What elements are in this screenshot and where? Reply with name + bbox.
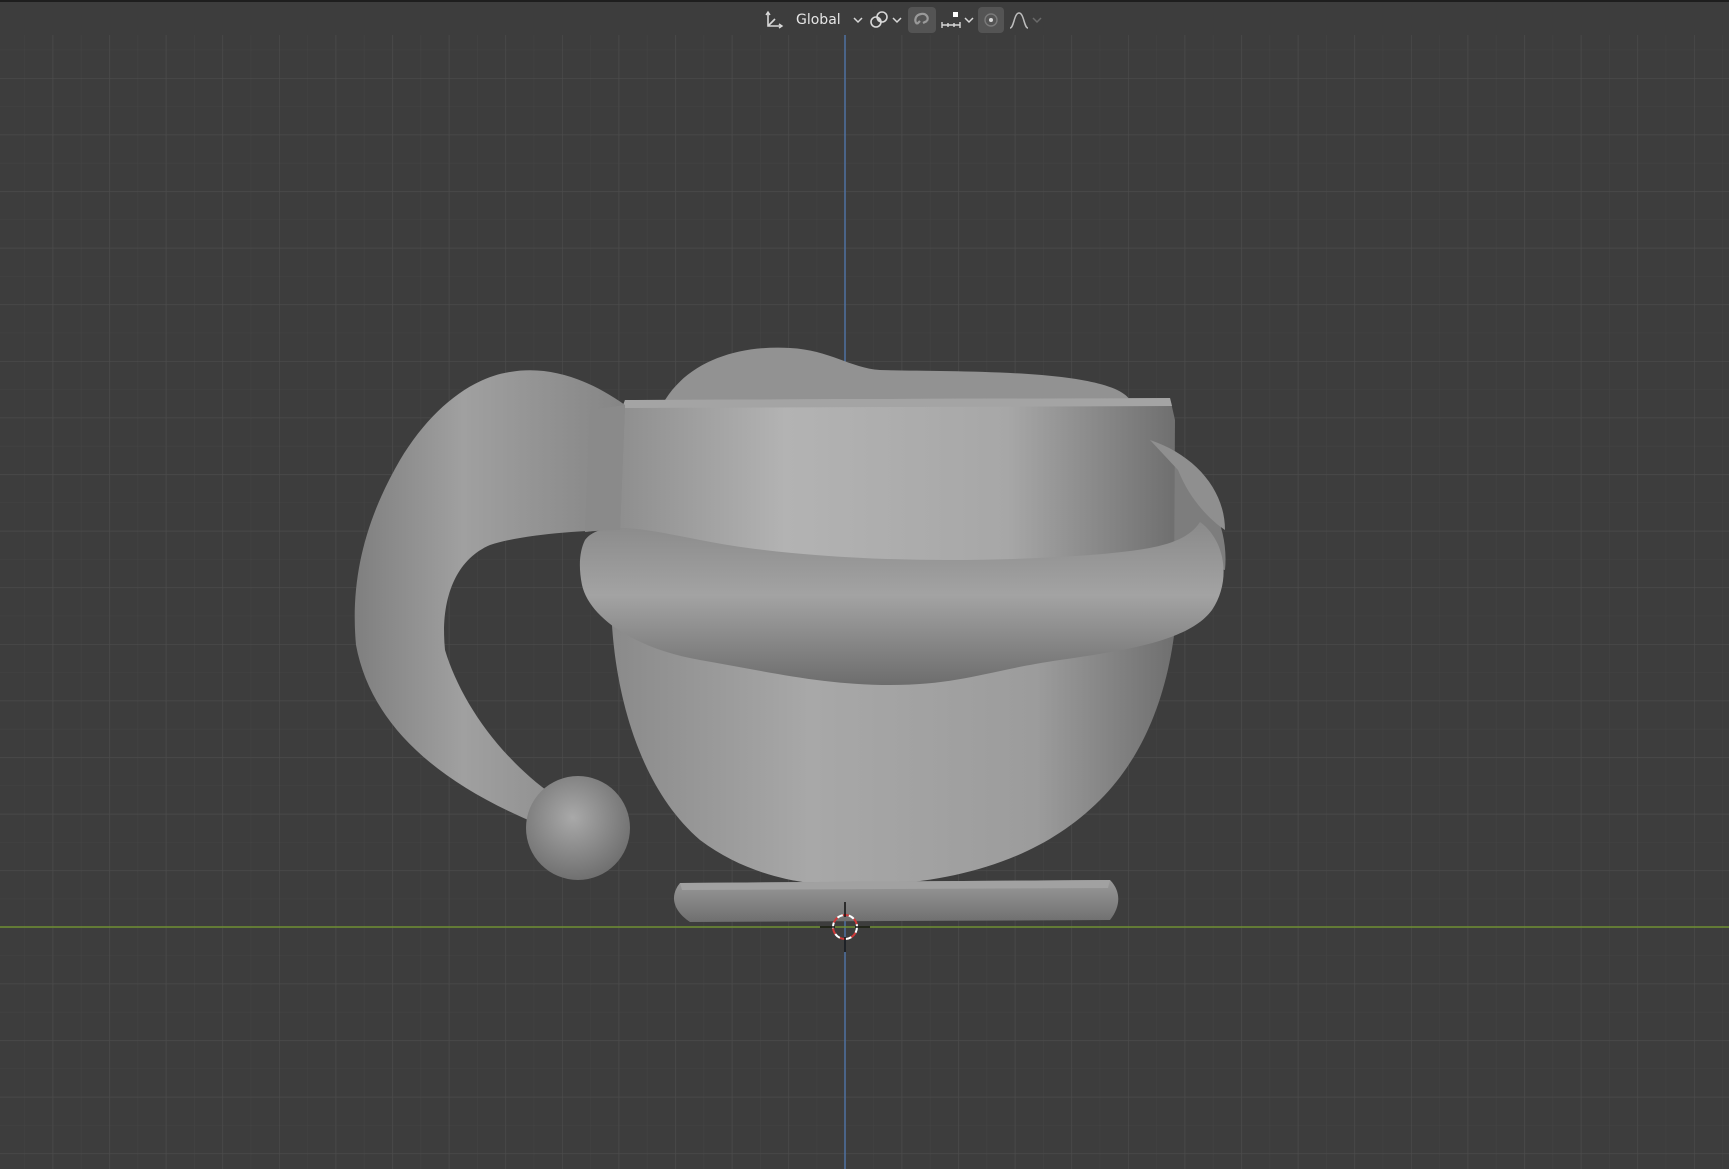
proportional-editing-toggle[interactable] [978, 7, 1004, 33]
snapping-group [908, 7, 978, 33]
viewport-canvas [0, 35, 1729, 1169]
magnet-icon [912, 10, 932, 30]
viewport-header: Global [0, 0, 1729, 35]
proportional-falloff-dropdown[interactable] [1004, 7, 1046, 33]
transform-orientation-dropdown[interactable]: Global [760, 7, 867, 33]
chevron-down-icon [892, 16, 902, 24]
3d-viewport[interactable] [0, 35, 1729, 1169]
handle-ball [526, 776, 630, 880]
pivot-point-group [864, 7, 906, 33]
chevron-down-icon [853, 16, 863, 24]
snap-target-dropdown[interactable] [936, 7, 978, 33]
falloff-curve-icon [1008, 10, 1030, 30]
pivot-point-dropdown[interactable] [864, 7, 906, 33]
chevron-down-icon [1032, 16, 1042, 24]
snap-increment-icon [940, 10, 962, 30]
transform-orientation-group: Global [760, 7, 867, 33]
proportional-editing-icon [982, 10, 1000, 30]
pivot-point-icon [868, 10, 890, 30]
transform-orientation-label: Global [796, 12, 841, 28]
chevron-down-icon [964, 16, 974, 24]
snap-toggle[interactable] [908, 7, 936, 33]
transform-orientation-icon [764, 10, 786, 30]
proportional-editing-group [978, 7, 1046, 33]
